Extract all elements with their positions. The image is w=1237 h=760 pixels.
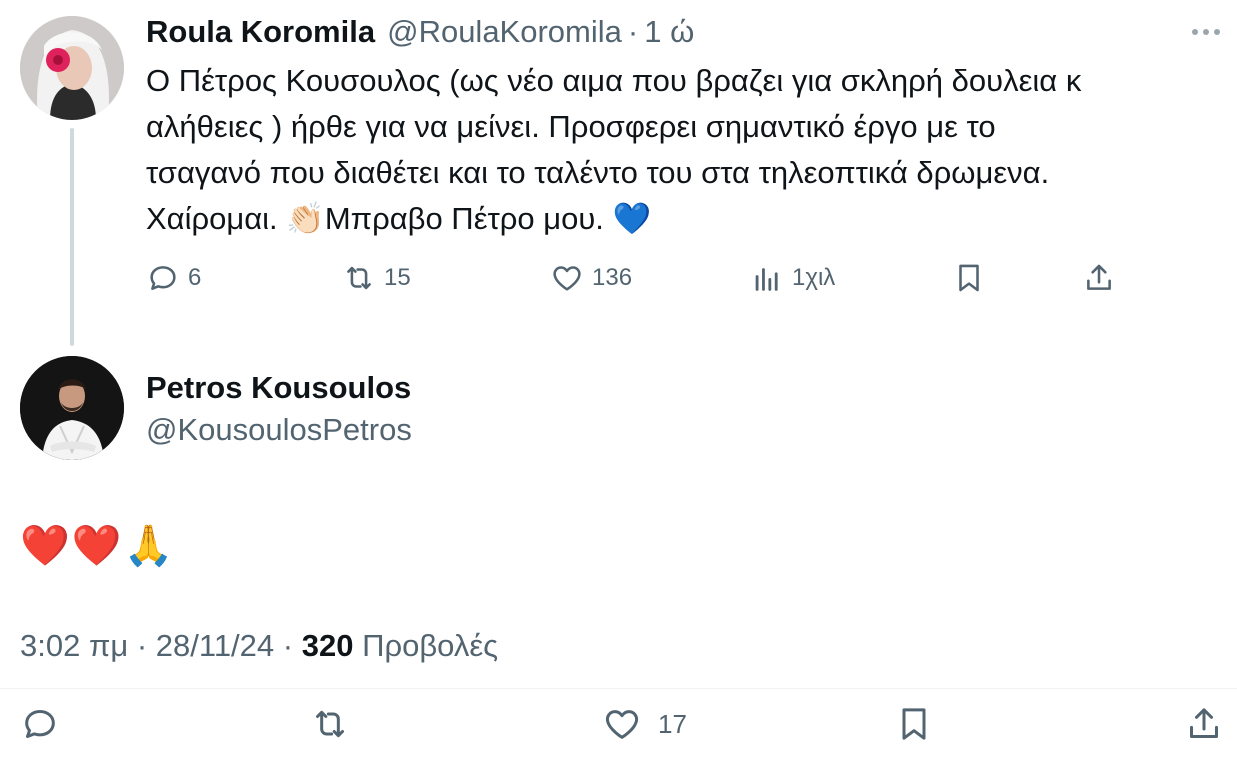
tweet-timestamp[interactable]: 1 ώ [644,14,694,50]
reply-author-handle[interactable]: @KousoulosPetros [146,412,412,448]
bookmark-icon [902,708,926,740]
parent-tweet-text: Ο Πέτρος Κουσουλος (ως νέο αιμα που βραζ… [146,58,1216,242]
like-count: 17 [658,708,687,739]
share-button[interactable] [1082,256,1116,300]
bookmark-button[interactable] [894,702,934,746]
tweet-meta: 3:02 πμ · 28/11/24 · 320 Προβολές [20,628,498,664]
heart-icon [553,266,581,291]
bookmark-button[interactable] [952,256,986,300]
share-icon [1087,264,1111,290]
reply-tweet-text: ❤️❤️🙏 [20,524,176,568]
tweet-text-line: Χαίρομαι. 👏🏻Μπραβο Πέτρο μου. 💙 [146,201,652,236]
like-count: 136 [592,264,633,291]
reply-author-name[interactable]: Petros Kousoulos [146,370,411,406]
tweet-text-line: Ο Πέτρος Κουσουλος (ως νέο αιμα που βραζ… [146,63,1082,98]
share-button[interactable] [1184,702,1224,746]
like-button[interactable]: 136 [550,256,632,300]
separator-dot: · [136,628,148,663]
tweet-date[interactable]: 28/11/24 [156,628,274,663]
bookmark-icon [959,264,979,292]
views-count: 1χιλ [792,264,836,291]
tweet-text-line: τσαγανό που διαθέτει και το ταλέντο του … [146,155,1050,190]
views-label: Προβολές [362,628,499,663]
avatar-roula-koromila[interactable] [20,16,124,120]
tweet-time[interactable]: 3:02 πμ [20,628,128,663]
reply-button[interactable] [20,702,60,746]
repost-icon [316,710,344,738]
reply-icon [150,266,176,290]
views-button[interactable]: 1χιλ [750,256,835,300]
author-name[interactable]: Roula Koromila [146,14,375,50]
parent-tweet-actions: 6 15 136 1χιλ [146,256,1126,300]
author-handle[interactable]: @RoulaKoromila [387,14,622,50]
like-button[interactable]: 17 [602,702,687,746]
thread-connector-line [70,128,74,346]
tweet-text-line: αλήθειες ) ήρθε για να μείνει. Προσφερει… [146,109,996,144]
repost-count: 15 [384,264,411,291]
heart-icon [605,710,639,739]
avatar-petros-kousoulos[interactable] [20,356,124,460]
reply-count: 6 [188,264,202,291]
reply-icon [25,710,55,738]
more-icon[interactable] [1189,22,1223,42]
views-number: 320 [301,628,354,663]
repost-icon [347,266,371,290]
repost-button[interactable] [310,702,350,746]
analytics-icon [755,268,778,291]
reply-tweet-actions: 17 [0,702,1237,746]
reply-button[interactable]: 6 [146,256,201,300]
share-icon [1190,708,1218,738]
separator-dot: · [627,14,639,49]
divider [0,688,1237,689]
separator-dot: · [282,628,294,663]
parent-tweet-header: Roula Koromila @RoulaKoromila · 1 ώ [146,12,694,52]
repost-button[interactable]: 15 [342,256,411,300]
